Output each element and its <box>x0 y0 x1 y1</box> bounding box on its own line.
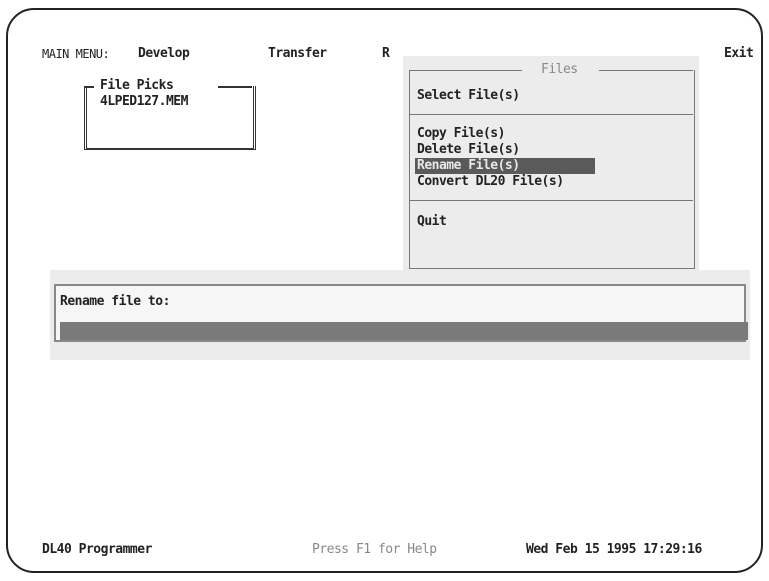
menu-item-convert-files[interactable]: Convert DL20 File(s) <box>417 174 564 190</box>
menu-r[interactable]: R <box>382 46 390 62</box>
status-datetime: Wed Feb 15 1995 17:29:16 <box>526 542 702 557</box>
menu-item-delete-files[interactable]: Delete File(s) <box>417 142 520 158</box>
menu-transfer[interactable]: Transfer <box>268 46 327 62</box>
menu-item-quit[interactable]: Quit <box>417 214 447 230</box>
dropdown-border <box>599 70 693 71</box>
files-menu-title: Files <box>541 62 578 77</box>
menu-separator <box>409 200 693 201</box>
file-picks-border <box>84 86 94 88</box>
rename-input[interactable] <box>60 322 748 340</box>
main-menu-label: MAIN MENU: <box>42 47 110 61</box>
menu-separator <box>409 114 693 115</box>
dos-screen: MAIN MENU: Develop Transfer R Exit File … <box>32 30 754 560</box>
menu-item-rename-files[interactable]: Rename File(s) <box>415 158 595 174</box>
status-help-hint: Press F1 for Help <box>312 542 437 557</box>
monitor-frame: MAIN MENU: Develop Transfer R Exit File … <box>6 8 763 573</box>
status-app-name: DL40 Programmer <box>42 542 152 557</box>
file-picks-border <box>218 86 252 88</box>
rename-box: Rename file to: <box>54 284 748 342</box>
file-picks-entry[interactable]: 4LPED127.MEM <box>100 94 188 110</box>
rename-dialog: Rename file to: <box>50 270 750 360</box>
menu-develop[interactable]: Develop <box>138 46 190 62</box>
dropdown-border <box>409 70 522 71</box>
menu-exit[interactable]: Exit <box>724 46 754 62</box>
menu-item-select-files[interactable]: Select File(s) <box>417 88 520 104</box>
rename-prompt: Rename file to: <box>60 294 170 309</box>
menu-item-copy-files[interactable]: Copy File(s) <box>417 126 505 142</box>
files-dropdown: Files Select File(s) Copy File(s) Delete… <box>403 56 699 270</box>
file-picks-title: File Picks <box>100 78 174 93</box>
